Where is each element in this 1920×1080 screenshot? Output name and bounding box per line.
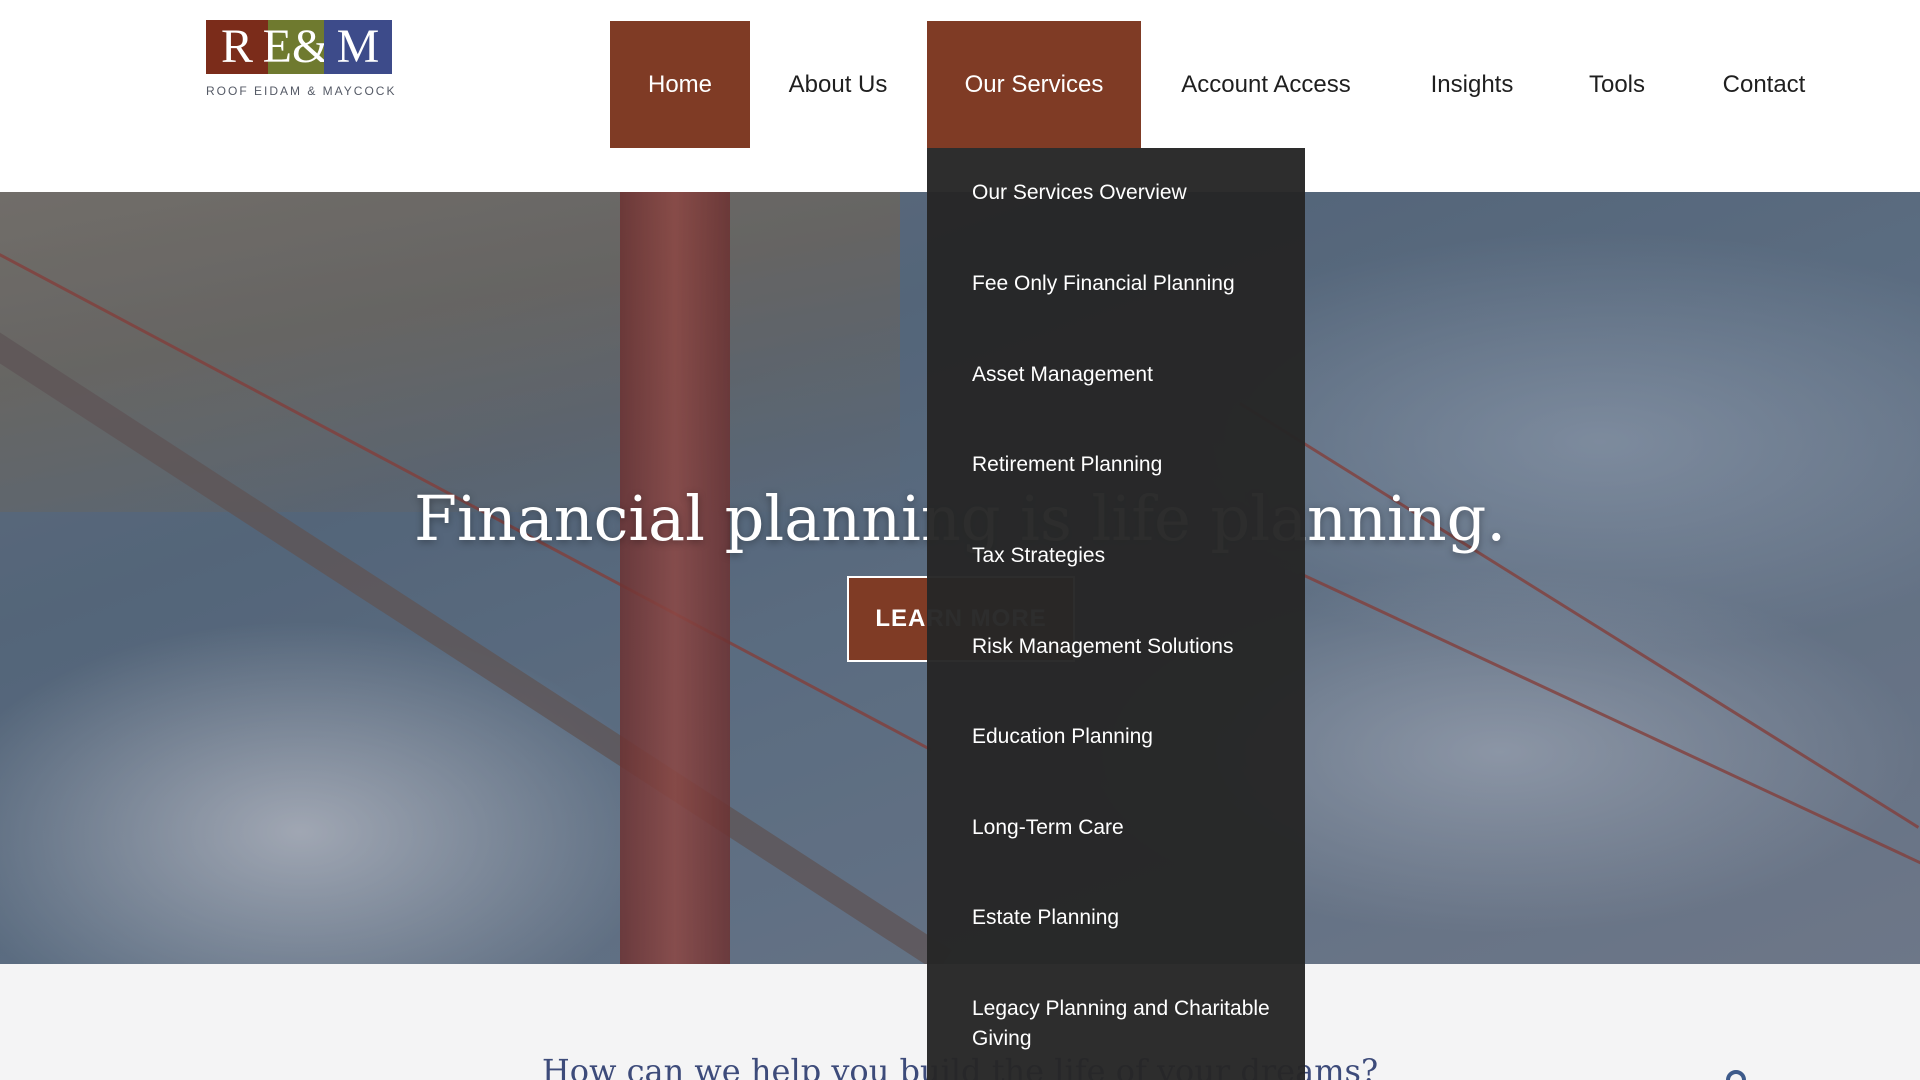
menu-item-risk-management[interactable]: Risk Management Solutions (927, 632, 1305, 662)
services-dropdown: Our Services Overview Fee Only Financial… (927, 148, 1305, 1080)
menu-item-legacy-planning[interactable]: Legacy Planning and Charitable Giving (927, 994, 1305, 1054)
nav-item-our-services[interactable]: Our Services (927, 21, 1141, 148)
menu-item-tax-strategies[interactable]: Tax Strategies (927, 541, 1305, 571)
menu-item-services-overview[interactable]: Our Services Overview (927, 178, 1305, 208)
page: Financial planning is life planning. LEA… (0, 0, 1920, 1080)
main-nav: Home About Us Our Services Account Acces… (0, 21, 1920, 148)
nav-item-contact[interactable]: Contact (1706, 21, 1822, 148)
menu-item-education-planning[interactable]: Education Planning (927, 722, 1305, 752)
nav-item-home[interactable]: Home (610, 21, 750, 148)
menu-item-estate-planning[interactable]: Estate Planning (927, 903, 1305, 933)
nav-item-insights[interactable]: Insights (1410, 21, 1534, 148)
nav-item-about-us[interactable]: About Us (770, 21, 906, 148)
menu-item-retirement-planning[interactable]: Retirement Planning (927, 450, 1305, 480)
menu-item-fee-only-planning[interactable]: Fee Only Financial Planning (927, 269, 1305, 299)
menu-item-asset-management[interactable]: Asset Management (927, 360, 1305, 390)
nav-item-account-access[interactable]: Account Access (1160, 21, 1372, 148)
menu-item-long-term-care[interactable]: Long-Term Care (927, 813, 1305, 843)
nav-item-tools[interactable]: Tools (1574, 21, 1660, 148)
